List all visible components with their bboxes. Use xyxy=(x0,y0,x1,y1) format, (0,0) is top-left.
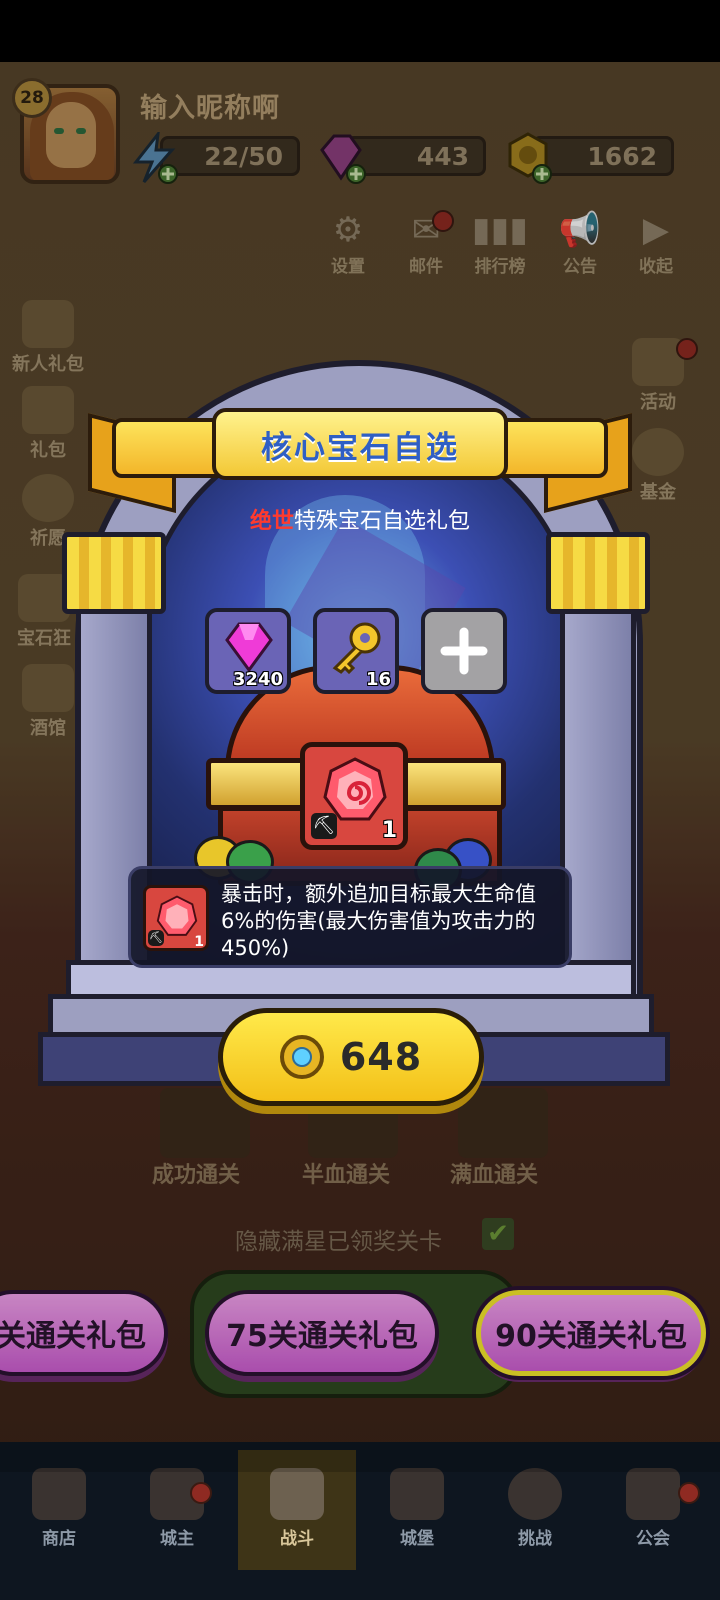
pink-gem-icon xyxy=(225,622,273,673)
nav-label: 战斗 xyxy=(280,1529,314,1549)
reward-slot[interactable]: ⛏ 1 xyxy=(300,742,408,850)
pickaxe-icon: ⛏ xyxy=(148,930,164,946)
subtitle-highlight: 绝世 xyxy=(249,509,294,534)
diamond-coin-icon xyxy=(279,1035,324,1079)
add-slot-button[interactable] xyxy=(421,608,507,694)
nav-label: 城堡 xyxy=(400,1529,434,1549)
gem-description-text: 暴击时，额外追加目标最大生命值6%的伤害(最大伤害值为攻击力的450%) xyxy=(221,882,536,960)
nav-label: 公会 xyxy=(636,1529,670,1549)
pillar-capital xyxy=(546,532,650,614)
nav-label: 城主 xyxy=(160,1529,194,1549)
reward-count: 1 xyxy=(381,818,397,843)
nav-label: 挑战 xyxy=(518,1529,552,1549)
description-gem-slot: ⛏ 1 xyxy=(143,885,209,951)
gold-key-icon xyxy=(332,622,381,675)
guild-flag-icon xyxy=(626,1468,680,1520)
notification-dot xyxy=(678,1482,700,1504)
status-bar xyxy=(0,0,720,62)
gem-description-panel: ⛏ 1 暴击时，额外追加目标最大生命值6%的伤害(最大伤害值为攻击力的450%) xyxy=(128,866,572,968)
dialog-title: 核心宝石自选 xyxy=(212,408,508,480)
slot-count: 3240 xyxy=(232,669,283,690)
buy-price: 648 xyxy=(339,1035,423,1079)
slot-count: 16 xyxy=(365,669,391,690)
pillar-capital xyxy=(62,532,166,614)
demon-icon xyxy=(508,1468,562,1520)
cost-slot-gems[interactable]: 3240 xyxy=(205,608,291,694)
shop-icon xyxy=(32,1468,86,1520)
swords-icon xyxy=(270,1468,324,1520)
pickaxe-icon: ⛏ xyxy=(311,813,337,839)
dialog-subtitle: 绝世特殊宝石自选礼包 xyxy=(0,503,720,535)
cost-slot-keys[interactable]: 16 xyxy=(313,608,399,694)
subtitle-text: 特殊宝石自选礼包 xyxy=(294,509,471,534)
plus-icon xyxy=(440,627,488,675)
nav-label: 商店 xyxy=(42,1529,76,1549)
notification-dot xyxy=(190,1482,212,1504)
castle-icon xyxy=(390,1468,444,1520)
description-gem-count: 1 xyxy=(194,934,204,950)
buy-button[interactable]: 648 xyxy=(218,1008,484,1106)
